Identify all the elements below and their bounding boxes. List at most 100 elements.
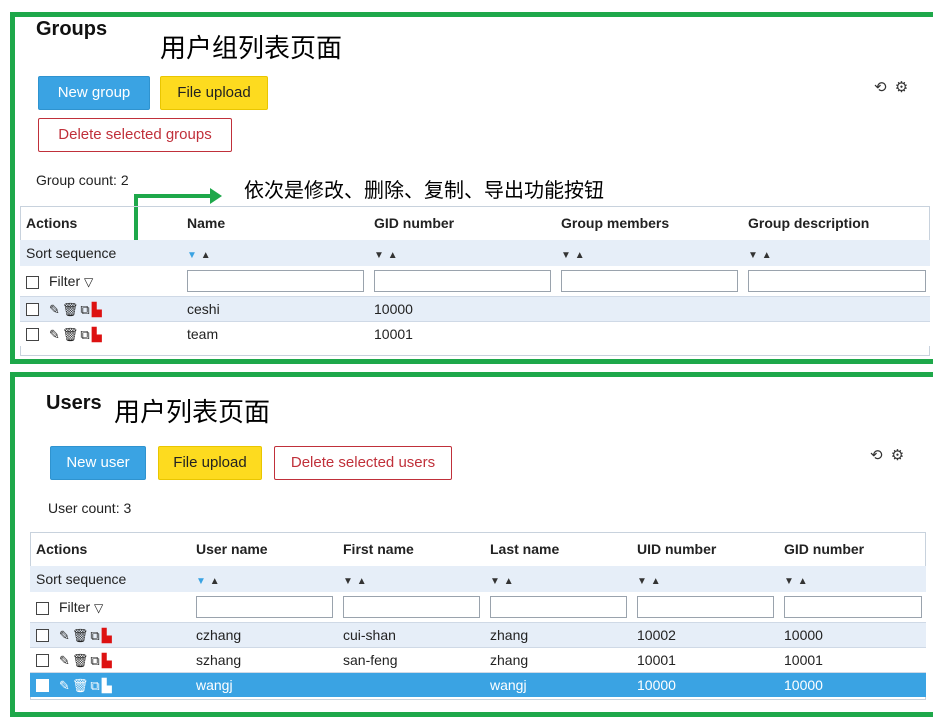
copy-icon[interactable]: ⧉ (90, 678, 101, 693)
col-header-uid[interactable]: UID number (631, 532, 778, 566)
cell-name: ceshi (181, 296, 368, 322)
sort-down-icon[interactable]: ▼ (374, 250, 384, 261)
copy-icon[interactable]: ⧉ (90, 653, 101, 668)
row-checkbox[interactable] (26, 303, 39, 317)
sort-up-icon[interactable]: ▲ (201, 250, 211, 261)
filter-input-members[interactable] (561, 270, 738, 292)
pdf-export-icon[interactable]: ▙ (92, 302, 104, 317)
sort-up-icon[interactable]: ▲ (357, 576, 367, 587)
sort-up-icon[interactable]: ▲ (388, 250, 398, 261)
edit-icon[interactable]: ✎ (59, 628, 72, 643)
refresh-icon[interactable]: ⟲ (874, 79, 887, 96)
pdf-export-icon[interactable]: ▙ (102, 653, 114, 668)
edit-icon[interactable]: ✎ (49, 327, 62, 342)
col-header-description[interactable]: Group description (742, 206, 930, 240)
col-header-gid[interactable]: GID number (368, 206, 555, 240)
filter-icon[interactable]: ▽ (84, 275, 93, 289)
gear-icon[interactable]: ⚙ (891, 447, 904, 464)
filter-input-uid[interactable] (637, 596, 774, 618)
filter-input-lastname[interactable] (490, 596, 627, 618)
gear-icon[interactable]: ⚙ (895, 79, 908, 96)
sort-down-icon[interactable]: ▼ (490, 576, 500, 587)
col-header-firstname[interactable]: First name (337, 532, 484, 566)
table-row[interactable]: ✎🗑⧉▙ czhang cui-shan zhang 10002 10000 (30, 622, 926, 648)
row-checkbox[interactable] (36, 629, 49, 643)
cell-username: wangj (190, 672, 337, 697)
delete-icon[interactable]: 🗑 (62, 327, 81, 342)
sort-up-icon[interactable]: ▲ (651, 576, 661, 587)
table-row[interactable]: ✎🗑⧉▙ team 10001 (20, 321, 930, 346)
refresh-icon[interactable]: ⟲ (870, 447, 883, 464)
filter-icon[interactable]: ▽ (94, 601, 103, 615)
copy-icon[interactable]: ⧉ (80, 327, 91, 342)
sort-down-icon[interactable]: ▼ (343, 576, 353, 587)
cell-gid: 10001 (368, 321, 555, 346)
sort-down-icon[interactable]: ▼ (196, 576, 206, 587)
filter-input-firstname[interactable] (343, 596, 480, 618)
col-header-lastname[interactable]: Last name (484, 532, 631, 566)
sort-up-icon[interactable]: ▲ (210, 576, 220, 587)
sort-control[interactable]: ▼ ▲ (368, 240, 555, 266)
sort-control[interactable]: ▼ ▲ (555, 240, 742, 266)
edit-icon[interactable]: ✎ (49, 302, 62, 317)
user-file-upload-button[interactable]: File upload (158, 446, 262, 480)
filter-input-gid[interactable] (784, 596, 922, 618)
filter-toggle[interactable]: Filter ▽ (20, 266, 181, 297)
cell-name: team (181, 321, 368, 346)
filter-input-username[interactable] (196, 596, 333, 618)
filter-input-gid[interactable] (374, 270, 551, 292)
col-header-name[interactable]: Name (181, 206, 368, 240)
pdf-export-icon[interactable]: ▙ (102, 678, 114, 693)
filter-input-description[interactable] (748, 270, 926, 292)
edit-icon[interactable]: ✎ (59, 653, 72, 668)
copy-icon[interactable]: ⧉ (90, 628, 101, 643)
table-row[interactable]: ✎🗑⧉▙ ceshi 10000 (20, 296, 930, 322)
new-user-button[interactable]: New user (50, 446, 146, 480)
delete-selected-groups-button[interactable]: Delete selected groups (38, 118, 232, 152)
sort-control[interactable]: ▼ ▲ (337, 566, 484, 592)
edit-icon[interactable]: ✎ (59, 678, 72, 693)
col-header-members[interactable]: Group members (555, 206, 742, 240)
row-checkbox[interactable] (26, 328, 39, 342)
delete-icon[interactable]: 🗑 (72, 628, 91, 643)
pdf-export-icon[interactable]: ▙ (102, 628, 114, 643)
sort-down-icon[interactable]: ▼ (784, 576, 794, 587)
new-group-button[interactable]: New group (38, 76, 150, 110)
sort-down-icon[interactable]: ▼ (748, 250, 758, 261)
group-file-upload-button[interactable]: File upload (160, 76, 268, 110)
groups-filter-row: Filter ▽ (20, 266, 930, 297)
select-all-checkbox[interactable] (26, 275, 39, 289)
filter-cell (337, 592, 484, 623)
delete-icon[interactable]: 🗑 (72, 653, 91, 668)
sort-control[interactable]: ▼ ▲ (778, 566, 926, 592)
callout-arrow-horizontal (134, 194, 212, 198)
filter-toggle[interactable]: Filter ▽ (30, 592, 190, 623)
sort-control[interactable]: ▼ ▲ (631, 566, 778, 592)
copy-icon[interactable]: ⧉ (80, 302, 91, 317)
sort-control[interactable]: ▼ ▲ (742, 240, 930, 266)
select-all-checkbox[interactable] (36, 601, 49, 615)
sort-up-icon[interactable]: ▲ (575, 250, 585, 261)
pdf-export-icon[interactable]: ▙ (92, 327, 104, 342)
row-checkbox[interactable] (36, 654, 49, 668)
row-checkbox[interactable] (36, 679, 49, 693)
sort-down-icon[interactable]: ▼ (637, 576, 647, 587)
delete-icon[interactable]: 🗑 (72, 678, 91, 693)
sort-control[interactable]: ▼ ▲ (190, 566, 337, 592)
sort-control[interactable]: ▼ ▲ (181, 240, 368, 266)
col-header-gid[interactable]: GID number (778, 532, 926, 566)
sort-down-icon[interactable]: ▼ (187, 250, 197, 261)
sort-up-icon[interactable]: ▲ (504, 576, 514, 587)
delete-icon[interactable]: 🗑 (62, 302, 81, 317)
table-row[interactable]: ✎🗑⧉▙ szhang san-feng zhang 10001 10001 (30, 647, 926, 673)
sort-control[interactable]: ▼ ▲ (484, 566, 631, 592)
delete-selected-users-button[interactable]: Delete selected users (274, 446, 452, 480)
col-header-username[interactable]: User name (190, 532, 337, 566)
filter-input-name[interactable] (187, 270, 364, 292)
sort-down-icon[interactable]: ▼ (561, 250, 571, 261)
sort-up-icon[interactable]: ▲ (798, 576, 808, 587)
sort-up-icon[interactable]: ▲ (762, 250, 772, 261)
filter-cell (555, 266, 742, 297)
cell-uid: 10000 (631, 672, 778, 697)
table-row-selected[interactable]: ✎🗑⧉▙ wangj wangj 10000 10000 (30, 672, 926, 697)
